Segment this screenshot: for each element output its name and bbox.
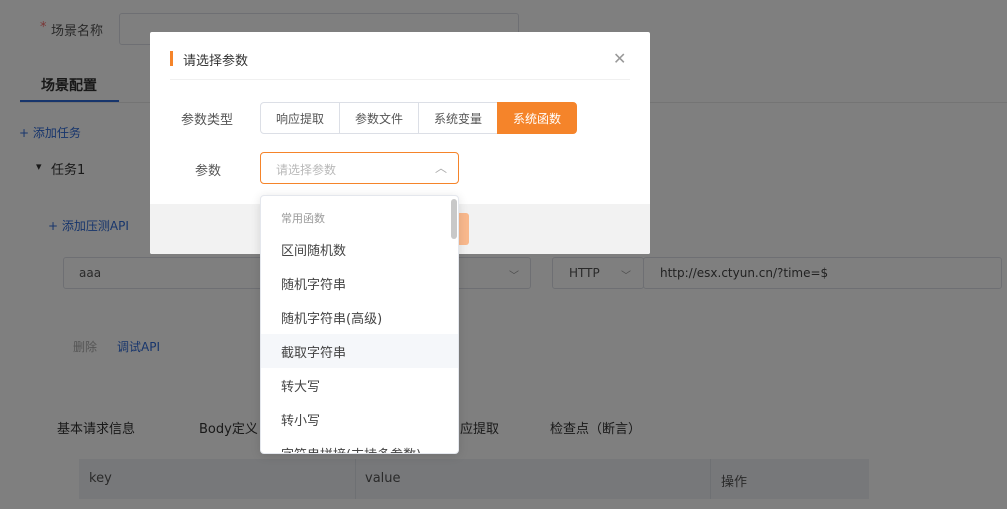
dropdown-scrollbar[interactable]: [451, 199, 457, 239]
dropdown-option[interactable]: 区间随机数: [261, 232, 458, 266]
dropdown-group-label: 常用函数: [281, 212, 325, 225]
param-type-response-extract[interactable]: 响应提取: [260, 102, 340, 134]
dropdown-option[interactable]: 字符串拼接(支持多参数): [261, 436, 458, 454]
param-type-label: 参数类型: [181, 113, 234, 128]
param-type-system-function[interactable]: 系统函数: [497, 102, 577, 134]
chevron-up-icon: ︿: [435, 161, 448, 175]
param-placeholder: 请选择参数: [276, 163, 337, 177]
title-accent-bar: [170, 51, 173, 66]
param-dropdown: 常用函数 区间随机数 随机字符串 随机字符串(高级) 截取字符串 转大写 转小写…: [260, 195, 459, 454]
param-label: 参数: [195, 164, 222, 179]
dropdown-option-hovered[interactable]: 截取字符串: [261, 334, 458, 368]
title-divider: [170, 79, 630, 80]
dropdown-option[interactable]: 随机字符串(高级): [261, 300, 458, 334]
dialog-title: 请选择参数: [183, 54, 249, 69]
param-type-param-file[interactable]: 参数文件: [339, 102, 419, 134]
param-type-system-variable[interactable]: 系统变量: [418, 102, 498, 134]
dropdown-option[interactable]: 转大写: [261, 368, 458, 402]
param-select[interactable]: 请选择参数 ︿: [260, 152, 459, 184]
dropdown-option[interactable]: 随机字符串: [261, 266, 458, 300]
dropdown-option[interactable]: 转小写: [261, 402, 458, 436]
close-icon[interactable]: ✕: [613, 50, 626, 68]
